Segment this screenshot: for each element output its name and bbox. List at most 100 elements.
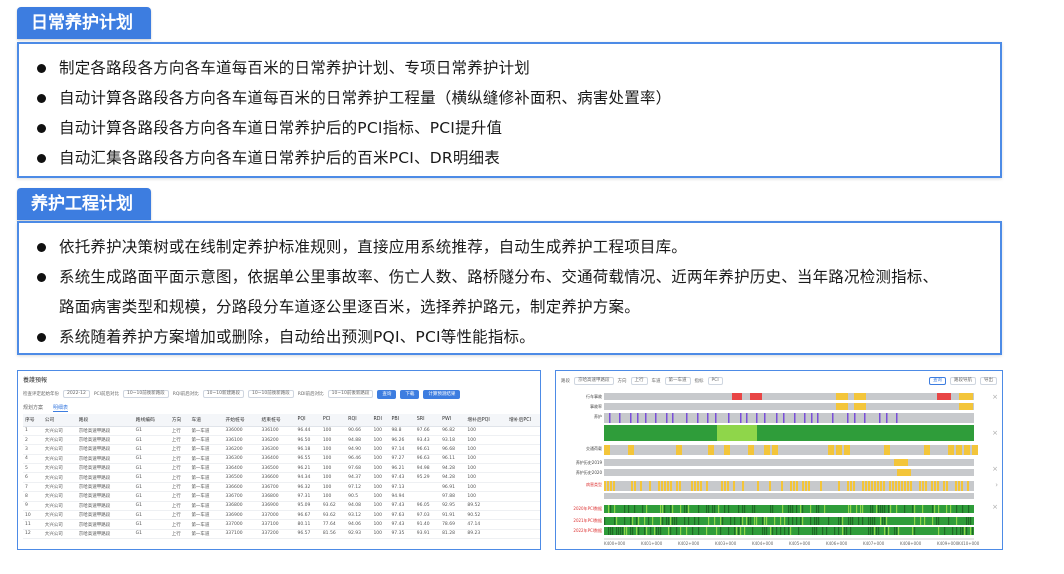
column-header: 增补后PQI xyxy=(465,414,507,427)
strip-segment xyxy=(874,527,876,535)
table-cell xyxy=(506,463,540,474)
lane-select[interactable]: 第一车道 xyxy=(664,377,691,385)
year-select[interactable]: 2022-12 xyxy=(63,390,90,398)
strip-segment xyxy=(642,505,644,513)
strip-segment xyxy=(712,505,714,513)
calc-button[interactable]: 计算预测结果 xyxy=(423,389,461,399)
project-bullet-list: 依托养护决策树或在线制定养护标准规则，直接应用系统推荐，自动生成养护工程项目库。… xyxy=(29,232,989,352)
strip-segment xyxy=(968,517,970,525)
row-label: 行车事故 xyxy=(586,394,602,399)
download-button[interactable]: 下载 xyxy=(400,389,420,399)
table-row[interactable]: 12 大兴公司 京哈高速甲路段 G1 上行 第一车道 337100 337200 96.57 81… xyxy=(23,529,540,540)
table-row[interactable]: 8 大兴公司 京哈高速甲路段 G1 上行 第一车道 336700 336800 97.31 100… xyxy=(23,491,540,502)
strip-segment xyxy=(897,469,911,476)
strip-segment xyxy=(964,445,970,455)
query-button[interactable]: 查询 xyxy=(377,389,397,399)
strip-segment xyxy=(894,527,896,535)
table-cell: 96.91 xyxy=(440,482,466,493)
export-button[interactable]: 导出 xyxy=(980,377,997,385)
strip-segment xyxy=(800,517,802,525)
table-row[interactable]: 10 大兴公司 京哈高速甲路段 G1 上行 第一车道 336900 337000 96.67 93… xyxy=(23,510,540,521)
strip-segment xyxy=(730,517,732,525)
strip-segment xyxy=(660,517,662,525)
road-select[interactable]: 京哈高速甲路段 xyxy=(574,377,614,385)
strip-segment xyxy=(750,393,762,400)
table-cell: 336200 xyxy=(223,444,260,455)
query-button[interactable]: 查询 xyxy=(929,377,946,385)
direction-select[interactable]: 上行 xyxy=(630,377,648,385)
table-row[interactable]: 11 大兴公司 京哈高速甲路段 G1 上行 第一车道 337000 337100 80.11 77… xyxy=(23,519,540,530)
strip-segment xyxy=(620,527,622,535)
strip-segment xyxy=(748,445,754,455)
table-cell: 上行 xyxy=(169,435,190,446)
table-cell: 100 xyxy=(371,454,390,465)
strip-segment xyxy=(802,505,804,513)
strip-segment xyxy=(706,527,708,535)
toolbar-label: 指标 xyxy=(694,379,704,384)
filter-label: PCI前后对比 xyxy=(93,392,119,397)
close-icon[interactable]: × xyxy=(992,503,998,511)
strip-segment xyxy=(714,517,716,525)
strip-segment xyxy=(715,413,717,423)
table-cell: 336400 xyxy=(223,463,260,474)
tab-plan[interactable]: 规划方案 xyxy=(23,404,43,412)
close-icon[interactable]: × xyxy=(992,429,998,437)
table-cell: 96.68 xyxy=(440,444,466,455)
strip-segment xyxy=(624,527,626,535)
strip-segment xyxy=(700,481,702,491)
diagram-toolbar: 路段 京哈高速甲路段 方向 上行 车道 第一车道 指标 PCI 查询 路段导航 … xyxy=(561,376,997,386)
table-cell: 90.66 xyxy=(346,426,372,436)
chevron-right-icon[interactable]: › xyxy=(995,481,998,489)
strip-segment xyxy=(707,413,709,423)
table-row[interactable]: 3 大兴公司 京哈高速甲路段 G1 上行 第一车道 336200 336300 96.18 100… xyxy=(23,444,540,455)
table-cell: 上行 xyxy=(169,510,190,521)
strip-segment xyxy=(640,481,642,491)
table-cell: 大兴公司 xyxy=(42,426,77,436)
strip-segment xyxy=(733,481,735,491)
filter-select[interactable]: 10~10前後新路段 xyxy=(247,390,294,398)
strip-segment xyxy=(886,413,888,423)
table-cell: 10 xyxy=(23,510,43,521)
strip-segment xyxy=(674,517,676,525)
pci-select[interactable]: 10~10前後新路段 xyxy=(123,390,169,398)
table-row[interactable]: 1 大兴公司 京哈高速甲路段 G1 上行 第一车道 336000 336100 96.44 100… xyxy=(23,426,540,436)
table-cell: 96.32 xyxy=(295,482,321,493)
strip-segment xyxy=(757,481,759,491)
strip-segment xyxy=(964,527,966,535)
rdi-select[interactable]: 10~10前後新路段 xyxy=(327,390,374,398)
close-icon[interactable]: × xyxy=(992,393,998,401)
strip-segment xyxy=(808,481,810,491)
strip-segment xyxy=(816,517,818,525)
table-row[interactable]: 9 大兴公司 京哈高速甲路段 G1 上行 第一车道 336800 336900 95.09 93.… xyxy=(23,501,540,512)
table-row[interactable]: 5 大兴公司 京哈高速甲路段 G1 上行 第一车道 336400 336500 96.21 100… xyxy=(23,463,540,474)
table-row[interactable]: 6 大兴公司 京哈高速甲路段 G1 上行 第一车道 336500 336600 94.34 100… xyxy=(23,472,540,483)
tab-detail[interactable]: 明细表 xyxy=(53,404,69,412)
close-icon[interactable]: × xyxy=(992,465,998,473)
rqi-select[interactable]: 10~10新建路段 xyxy=(202,390,244,398)
strip-segment xyxy=(608,505,610,513)
navigate-button[interactable]: 路段导航 xyxy=(950,377,976,385)
strip-segment xyxy=(644,527,646,535)
table-row[interactable]: 2 大兴公司 京哈高速甲路段 G1 上行 第一车道 336100 336200 96.50 100… xyxy=(23,435,540,446)
strip-segment xyxy=(724,505,726,513)
table-row[interactable]: 4 大兴公司 京哈高速甲路段 G1 上行 第一车道 336300 336400 96.55 100… xyxy=(23,454,540,465)
table-cell xyxy=(506,435,540,446)
strip-segment xyxy=(788,505,790,513)
table-cell: 100 xyxy=(320,426,347,436)
table-cell: 93.12 xyxy=(346,510,372,521)
table-row[interactable]: 7 大兴公司 京哈高速甲路段 G1 上行 第一车道 336600 336700 96.32 100… xyxy=(23,482,540,493)
strip-segment xyxy=(884,527,886,535)
table-cell: 100 xyxy=(465,435,507,446)
strip-segment xyxy=(646,527,648,535)
column-header: PQI xyxy=(295,414,321,427)
index-select[interactable]: PCI xyxy=(707,377,723,385)
strip-segment xyxy=(810,505,812,513)
strip-segment xyxy=(780,517,782,525)
strip-segment xyxy=(968,505,970,513)
strip-segment xyxy=(686,527,688,535)
table-cell: 100 xyxy=(465,472,507,483)
table-cell: 5 xyxy=(23,463,43,474)
strip-segment xyxy=(624,517,626,525)
table-cell: G1 xyxy=(133,463,170,474)
table-cell: 92.93 xyxy=(346,529,372,540)
